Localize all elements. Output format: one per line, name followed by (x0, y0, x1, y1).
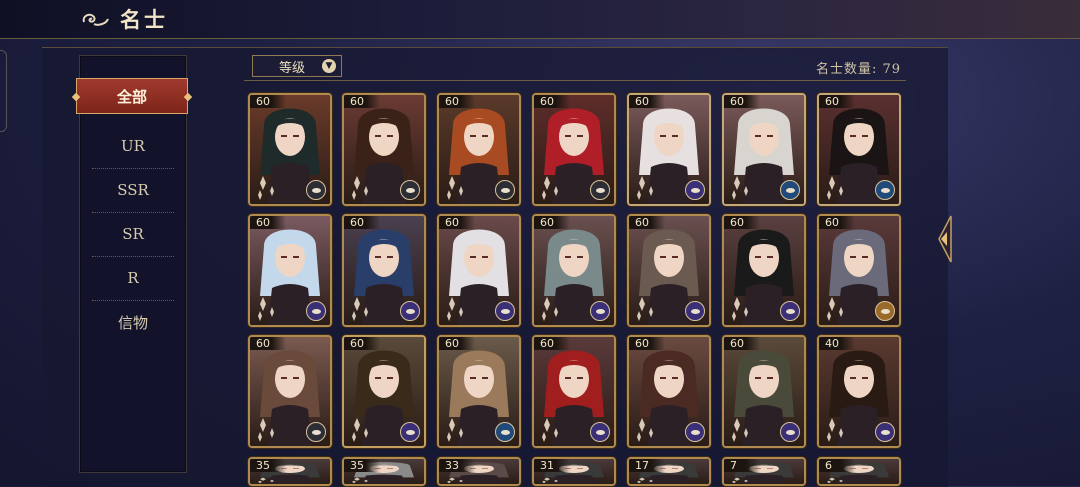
level-badge: 35 (250, 459, 286, 472)
faction-emblem-icon (400, 422, 420, 442)
character-card[interactable]: 40 (817, 335, 901, 448)
level-badge: 31 (534, 459, 570, 472)
faction-emblem-icon (495, 180, 515, 200)
level-badge: 60 (439, 337, 475, 350)
faction-emblem-icon (306, 180, 326, 200)
level-badge: 60 (724, 95, 760, 108)
character-card[interactable]: 31 (532, 457, 616, 486)
level-badge: 60 (819, 95, 855, 108)
character-card[interactable]: 60 (532, 93, 616, 206)
sidebar-item-token[interactable]: 信物 (92, 300, 174, 344)
character-count: 名士数量: 79 (816, 58, 901, 77)
character-card[interactable]: 60 (817, 93, 901, 206)
level-badge: 60 (344, 216, 380, 229)
character-card[interactable]: 60 (248, 93, 332, 206)
level-badge: 60 (629, 95, 665, 108)
faction-emblem-icon (780, 422, 800, 442)
level-badge: 60 (534, 337, 570, 350)
level-badge: 60 (819, 216, 855, 229)
character-card[interactable]: 33 (437, 457, 521, 486)
character-card[interactable]: 35 (248, 457, 332, 486)
character-card[interactable]: 60 (627, 214, 711, 327)
edge-ornament (0, 50, 7, 132)
faction-emblem-icon (780, 180, 800, 200)
faction-emblem-icon (875, 422, 895, 442)
faction-emblem-icon (400, 301, 420, 321)
faction-emblem-icon (306, 301, 326, 321)
faction-emblem-icon (685, 422, 705, 442)
chevron-down-icon: ▼ (322, 59, 336, 73)
level-badge: 60 (250, 95, 286, 108)
level-badge: 7 (724, 459, 760, 472)
character-card[interactable]: 6 (817, 457, 901, 486)
level-badge: 17 (629, 459, 665, 472)
faction-emblem-icon (495, 301, 515, 321)
sidebar-item-all[interactable]: 全部 (76, 78, 188, 114)
character-card[interactable]: 35 (342, 457, 426, 486)
faction-emblem-icon (875, 301, 895, 321)
expand-arrow-icon[interactable] (933, 214, 953, 264)
faction-emblem-icon (495, 422, 515, 442)
sort-dropdown[interactable]: 等级 ▼ (252, 55, 342, 77)
divider (244, 80, 906, 81)
character-card[interactable]: 17 (627, 457, 711, 486)
level-badge: 40 (819, 337, 855, 350)
level-badge: 60 (344, 337, 380, 350)
character-card[interactable]: 60 (817, 214, 901, 327)
character-card[interactable]: 60 (532, 335, 616, 448)
top-bar: 名士 (0, 0, 1080, 39)
sidebar-item-ur[interactable]: UR (92, 124, 174, 169)
level-badge: 60 (629, 216, 665, 229)
character-card[interactable]: 60 (342, 93, 426, 206)
level-badge: 60 (250, 216, 286, 229)
level-badge: 60 (534, 216, 570, 229)
faction-emblem-icon (685, 180, 705, 200)
character-card[interactable]: 60 (437, 335, 521, 448)
sort-label: 等级 (279, 57, 305, 76)
character-card[interactable]: 60 (722, 214, 806, 327)
character-card[interactable]: 60 (342, 335, 426, 448)
character-card[interactable]: 60 (722, 335, 806, 448)
level-badge: 60 (534, 95, 570, 108)
character-card[interactable]: 60 (248, 214, 332, 327)
level-badge: 35 (344, 459, 380, 472)
character-card[interactable]: 60 (532, 214, 616, 327)
level-badge: 60 (250, 337, 286, 350)
faction-emblem-icon (590, 422, 610, 442)
cloud-swirl-icon (80, 8, 110, 30)
character-card[interactable]: 60 (627, 93, 711, 206)
level-badge: 60 (724, 337, 760, 350)
character-card[interactable]: 60 (437, 214, 521, 327)
character-card[interactable]: 60 (342, 214, 426, 327)
faction-emblem-icon (875, 180, 895, 200)
sidebar-item-r[interactable]: R (92, 256, 174, 301)
faction-emblem-icon (590, 180, 610, 200)
character-card[interactable]: 60 (627, 335, 711, 448)
character-card[interactable]: 7 (722, 457, 806, 486)
character-card[interactable]: 60 (248, 335, 332, 448)
faction-emblem-icon (306, 422, 326, 442)
level-badge: 60 (439, 95, 475, 108)
character-card[interactable]: 60 (722, 93, 806, 206)
level-badge: 60 (724, 216, 760, 229)
level-badge: 6 (819, 459, 855, 472)
faction-emblem-icon (400, 180, 420, 200)
category-sidebar: 全部 UR SSR SR R 信物 (79, 55, 187, 473)
faction-emblem-icon (780, 301, 800, 321)
character-card[interactable]: 60 (437, 93, 521, 206)
page-title: 名士 (120, 4, 168, 34)
level-badge: 33 (439, 459, 475, 472)
faction-emblem-icon (590, 301, 610, 321)
level-badge: 60 (439, 216, 475, 229)
level-badge: 60 (344, 95, 380, 108)
sidebar-item-sr[interactable]: SR (92, 212, 174, 257)
sidebar-item-ssr[interactable]: SSR (92, 168, 174, 213)
level-badge: 60 (629, 337, 665, 350)
faction-emblem-icon (685, 301, 705, 321)
